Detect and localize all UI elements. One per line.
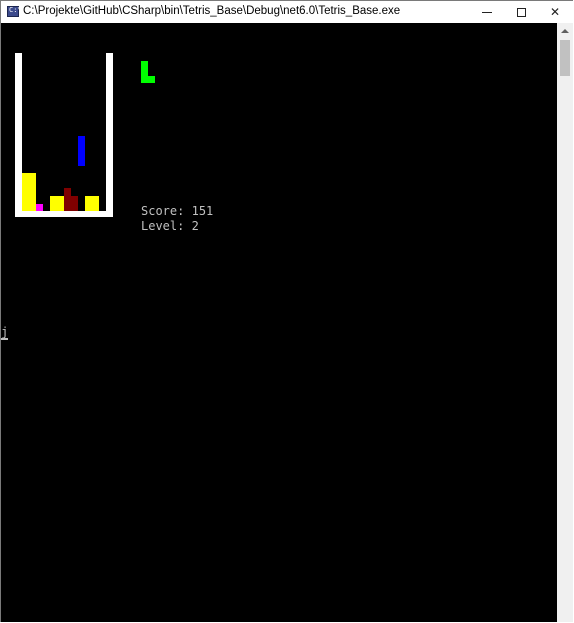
level-value: 2 <box>191 219 199 233</box>
falling-piece-i <box>78 136 85 166</box>
cursor-char: j <box>1 325 9 339</box>
stacked-block-dark-red <box>64 188 71 196</box>
scroll-thumb[interactable] <box>560 40 570 76</box>
vertical-scrollbar[interactable] <box>557 23 573 622</box>
level-label: Level: <box>141 219 185 233</box>
arrow-up-icon <box>561 29 569 33</box>
title-bar[interactable]: C:\ C:\Projekte\GitHub\CSharp\bin\Tetris… <box>1 1 573 23</box>
app-icon-glyph: C:\ <box>9 6 22 14</box>
text-cursor <box>1 338 8 340</box>
close-icon: ✕ <box>549 5 561 19</box>
score-label: Score: <box>141 204 185 218</box>
minimize-icon <box>482 11 492 13</box>
console-app-icon: C:\ <box>7 6 22 17</box>
well-left-wall <box>15 53 22 217</box>
level-line: Level: 2 <box>141 219 199 234</box>
stacked-block-dark-red <box>64 196 78 211</box>
next-piece-l-foot <box>141 76 155 83</box>
minimize-button[interactable] <box>470 1 504 23</box>
stacked-block-yellow <box>50 196 64 211</box>
console-window: C:\ C:\Projekte\GitHub\CSharp\bin\Tetris… <box>0 0 573 622</box>
well-floor <box>15 211 113 217</box>
stacked-block-yellow <box>22 173 36 211</box>
scroll-up-button[interactable] <box>557 23 573 39</box>
well-right-wall <box>106 53 113 217</box>
close-button[interactable]: ✕ <box>538 1 572 23</box>
window-title: C:\Projekte\GitHub\CSharp\bin\Tetris_Bas… <box>23 5 401 17</box>
score-line: Score: 151 <box>141 204 213 219</box>
stacked-block-yellow <box>85 196 99 211</box>
console-area[interactable]: Score: 151 Level: 2 j <box>1 23 557 622</box>
stacked-block-magenta <box>36 204 43 211</box>
score-value: 151 <box>191 204 214 218</box>
maximize-icon <box>516 7 526 17</box>
maximize-button[interactable] <box>504 1 538 23</box>
